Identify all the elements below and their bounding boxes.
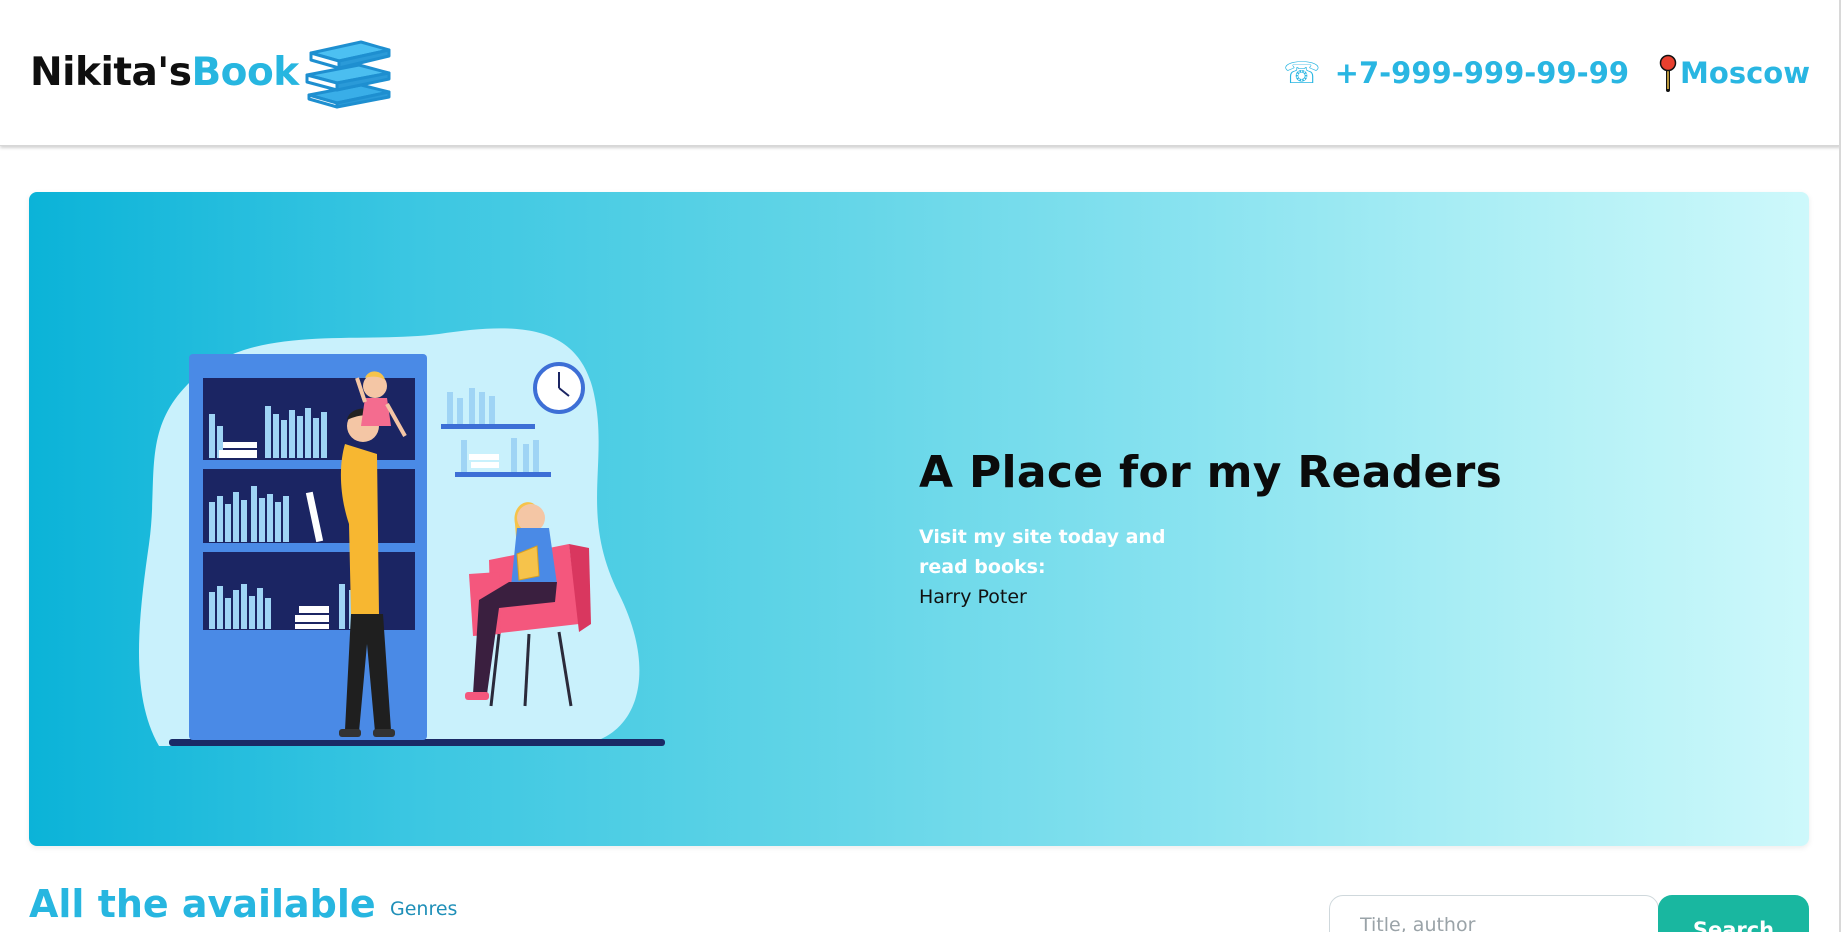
phone-icon: ☏ [1283, 55, 1321, 91]
hero-title: A Place for my Readers [919, 447, 1503, 498]
contacts: ☏ +7-999-999-99-99 Moscow [1283, 50, 1810, 96]
logo-text-part2: Book [191, 49, 299, 95]
page: Nikita'sBook ☏ +7-999-999-99-99 Moscow A… [0, 0, 1841, 932]
phone-number: +7-999-999-99-99 [1334, 56, 1630, 90]
logo-text-part1: Nikita's [30, 49, 192, 95]
hero-subtitle: Visit my site today and read books: [919, 525, 1166, 578]
city-name: Moscow [1680, 56, 1810, 90]
hero-text: A Place for my Readers Visit my site tod… [919, 447, 1519, 612]
genres-link[interactable]: Genres [390, 898, 457, 920]
search-input[interactable] [1329, 895, 1659, 932]
books-stack-icon [305, 40, 391, 109]
logo-link[interactable]: Nikita'sBook [30, 32, 393, 112]
search-button[interactable]: Search [1658, 895, 1809, 932]
hero-banner: A Place for my Readers Visit my site tod… [29, 192, 1809, 846]
logo-text: Nikita'sBook [30, 50, 299, 95]
map-pin-icon [1659, 54, 1677, 92]
city-link[interactable]: Moscow [1659, 54, 1810, 92]
site-header: Nikita'sBook ☏ +7-999-999-99-99 Moscow [0, 0, 1841, 146]
phone-link[interactable]: ☏ +7-999-999-99-99 [1283, 56, 1629, 91]
hero-book-title: Harry Poter [919, 585, 1027, 608]
family-reading-illustration [139, 328, 665, 746]
catalog-title: All the available [29, 882, 376, 926]
